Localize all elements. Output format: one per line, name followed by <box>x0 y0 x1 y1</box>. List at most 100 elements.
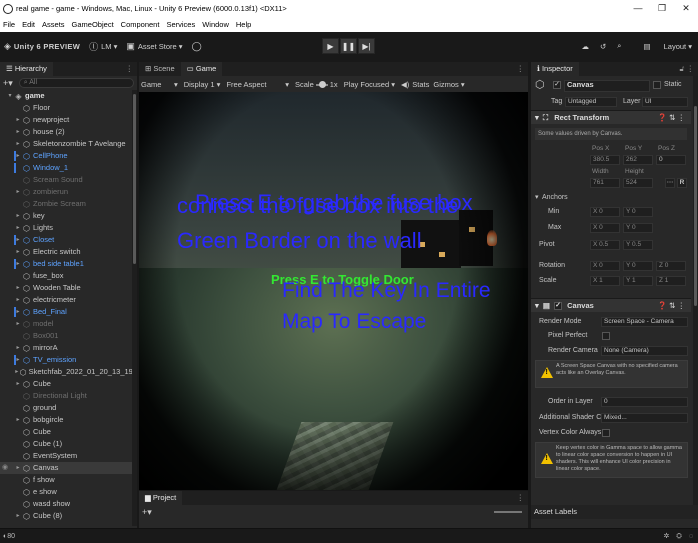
hierarchy-scrollbar[interactable] <box>132 90 137 526</box>
hierarchy-item[interactable]: ▸ ⬡ electricmeter <box>0 294 137 306</box>
hierarchy-item[interactable]: ⬡ Zombie Scream <box>0 198 137 210</box>
menu-edit[interactable]: Edit <box>22 20 35 29</box>
shader-channels-dropdown[interactable]: Mixed... <box>601 413 688 423</box>
max-y-field[interactable]: Y 0 <box>623 223 653 233</box>
min-x-field[interactable]: X 0 <box>590 207 620 217</box>
hierarchy-item[interactable]: ▸ ⬡ mirrorA <box>0 342 137 354</box>
expand-arrow-icon[interactable]: ▸ <box>14 462 22 474</box>
hierarchy-item[interactable]: ▸ ⬡ Cube (8) <box>0 510 137 522</box>
render-camera-field[interactable]: None (Camera) <box>601 346 688 356</box>
add-icon[interactable]: +▾ <box>3 78 13 89</box>
hierarchy-item[interactable]: ⬡ Window_1 <box>0 162 137 174</box>
expand-arrow-icon[interactable]: ▸ <box>14 114 22 126</box>
expand-arrow-icon[interactable]: ▸ <box>14 282 22 294</box>
tab-hierarchy[interactable]: ☰ Hierarchy <box>0 62 53 76</box>
layer-dropdown[interactable]: UI <box>642 97 688 107</box>
expand-arrow-icon[interactable]: ▸ <box>14 126 22 138</box>
panel-menu-icon[interactable]: ⋮ <box>517 491 525 505</box>
game-mode-dropdown[interactable]: Game ▾ <box>141 80 178 89</box>
menu-help[interactable]: Help <box>236 20 251 29</box>
scene-root-row[interactable]: ▾ ◈ game <box>0 90 137 102</box>
render-mode-dropdown[interactable]: Screen Space - Camera <box>601 317 688 327</box>
hierarchy-item[interactable]: ▸ ⬡ CellPhone <box>0 150 137 162</box>
hierarchy-item[interactable]: ▸ ⬡ newproject <box>0 114 137 126</box>
expand-arrow-icon[interactable]: ▸ <box>14 246 22 258</box>
progress-icon[interactable]: ◌ <box>689 533 693 540</box>
rotation-x-field[interactable]: X 0 <box>590 261 620 271</box>
account-dropdown[interactable]: ⓛ LM ▾ <box>89 40 117 53</box>
mute-audio-icon[interactable]: ◀) <box>401 80 409 89</box>
hierarchy-item[interactable]: ▸ ⬡ zombierun <box>0 186 137 198</box>
static-checkbox[interactable] <box>653 80 661 92</box>
active-checkbox[interactable]: ✓ <box>553 80 561 92</box>
close-button[interactable]: ✕ <box>674 0 698 17</box>
scale-y-field[interactable]: Y 1 <box>623 276 653 286</box>
menu-component[interactable]: Component <box>121 20 160 29</box>
tag-dropdown[interactable]: Untagged <box>565 97 617 107</box>
panel-menu-icon[interactable]: ⋮ <box>517 62 525 76</box>
hierarchy-item[interactable]: ⬡ Box001 <box>0 330 137 342</box>
expand-arrow-icon[interactable]: ▸ <box>14 186 22 198</box>
hierarchy-item[interactable]: ⬡ wasd show <box>0 498 137 510</box>
menu-services[interactable]: Services <box>166 20 195 29</box>
hierarchy-item[interactable]: ▸ ⬡ Skeletonzombie T Avelange <box>0 138 137 150</box>
hierarchy-item[interactable]: ▸ ⬡ TV_emission <box>0 354 137 366</box>
hierarchy-item[interactable]: ⬡ Cube <box>0 426 137 438</box>
hierarchy-item[interactable]: ▸ ⬡ Cube <box>0 378 137 390</box>
component-menu-icons[interactable]: ❓ ⇅ ⋮ <box>658 299 685 313</box>
menu-file[interactable]: File <box>3 20 15 29</box>
display-dropdown[interactable]: Display 1 ▾ <box>184 80 221 89</box>
menu-window[interactable]: Window <box>202 20 229 29</box>
tab-project[interactable]: ▆ Project <box>139 491 183 505</box>
pivot-y-field[interactable]: Y 0.5 <box>623 240 653 250</box>
aspect-dropdown[interactable]: Free Aspect ▾ <box>226 80 289 89</box>
width-field[interactable]: 761 <box>590 178 620 188</box>
expand-arrow-icon[interactable]: ▸ <box>14 378 22 390</box>
hierarchy-item[interactable]: ⬡ Scream Sound <box>0 174 137 186</box>
hierarchy-item[interactable]: ▸ ⬡ bobgircle <box>0 414 137 426</box>
scroll-thumb[interactable] <box>694 106 697 306</box>
menu-assets[interactable]: Assets <box>42 20 65 29</box>
network-icon[interactable]: ⛭ <box>676 533 682 540</box>
tab-game[interactable]: ▭ Game <box>180 62 223 76</box>
history-icon[interactable]: ↺ <box>600 42 606 51</box>
hierarchy-item[interactable]: ⬡ f show <box>0 474 137 486</box>
tab-scene[interactable]: ⊞ Scene <box>139 62 181 76</box>
scale-x-field[interactable]: X 1 <box>590 276 620 286</box>
hierarchy-item[interactable]: ⬡ ground <box>0 402 137 414</box>
min-y-field[interactable]: Y 0 <box>623 207 653 217</box>
expand-arrow-icon[interactable]: ▸ <box>14 222 22 234</box>
expand-arrow-icon[interactable]: ▸ <box>14 318 22 330</box>
hierarchy-item[interactable]: ⬡ fuse_box <box>0 270 137 282</box>
search-icon[interactable]: ⌕ <box>617 41 621 51</box>
pos-y-field[interactable]: 262 <box>623 155 653 165</box>
menu-gameobject[interactable]: GameObject <box>72 20 114 29</box>
add-icon[interactable]: +▾ <box>142 507 152 518</box>
pos-x-field[interactable]: 380.5 <box>590 155 620 165</box>
hierarchy-item[interactable]: ▸ ⬡ model <box>0 318 137 330</box>
play-focused-dropdown[interactable]: Play Focused ▾ <box>344 80 395 89</box>
bug-icon[interactable]: ✲ <box>663 533 669 540</box>
expand-arrow-icon[interactable]: ▸ <box>14 294 22 306</box>
hierarchy-search-input[interactable]: ⌕ All <box>18 78 134 88</box>
order-field[interactable]: 0 <box>601 397 688 407</box>
canvas-enabled-checkbox[interactable]: ✓ <box>554 302 563 311</box>
asset-store-dropdown[interactable]: ▣ Asset Store ▾ <box>126 41 182 52</box>
stats-button[interactable]: Stats <box>412 80 429 89</box>
hierarchy-item[interactable]: ▸ ⬡ bed side table1 <box>0 258 137 270</box>
icon-size-slider[interactable] <box>494 511 522 513</box>
rotation-z-field[interactable]: Z 0 <box>656 261 686 271</box>
cloud-sync-button[interactable]: ◯ <box>192 41 205 52</box>
pause-button[interactable]: ❚❚ <box>340 38 357 54</box>
vertex-color-checkbox[interactable] <box>602 428 610 440</box>
layout-dropdown[interactable]: ▤ Layout ▾ <box>632 42 692 51</box>
object-name-field[interactable]: Canvas <box>564 80 650 92</box>
hierarchy-item[interactable]: ▸ ⬡ Sketchfab_2022_01_20_13_19_ <box>0 366 137 378</box>
lock-icon[interactable]: 🔓︎ ⋮ <box>680 62 694 76</box>
hierarchy-item[interactable]: ⬡ Directional Light <box>0 390 137 402</box>
hierarchy-item[interactable]: ⬡ e show <box>0 486 137 498</box>
game-viewport[interactable]: Press E to grab the fuse box connect the… <box>139 92 528 490</box>
pixel-perfect-checkbox[interactable] <box>602 331 610 343</box>
hierarchy-item[interactable]: ▸ ⬡ Lights <box>0 222 137 234</box>
hierarchy-item[interactable]: ⬡ Floor <box>0 102 137 114</box>
